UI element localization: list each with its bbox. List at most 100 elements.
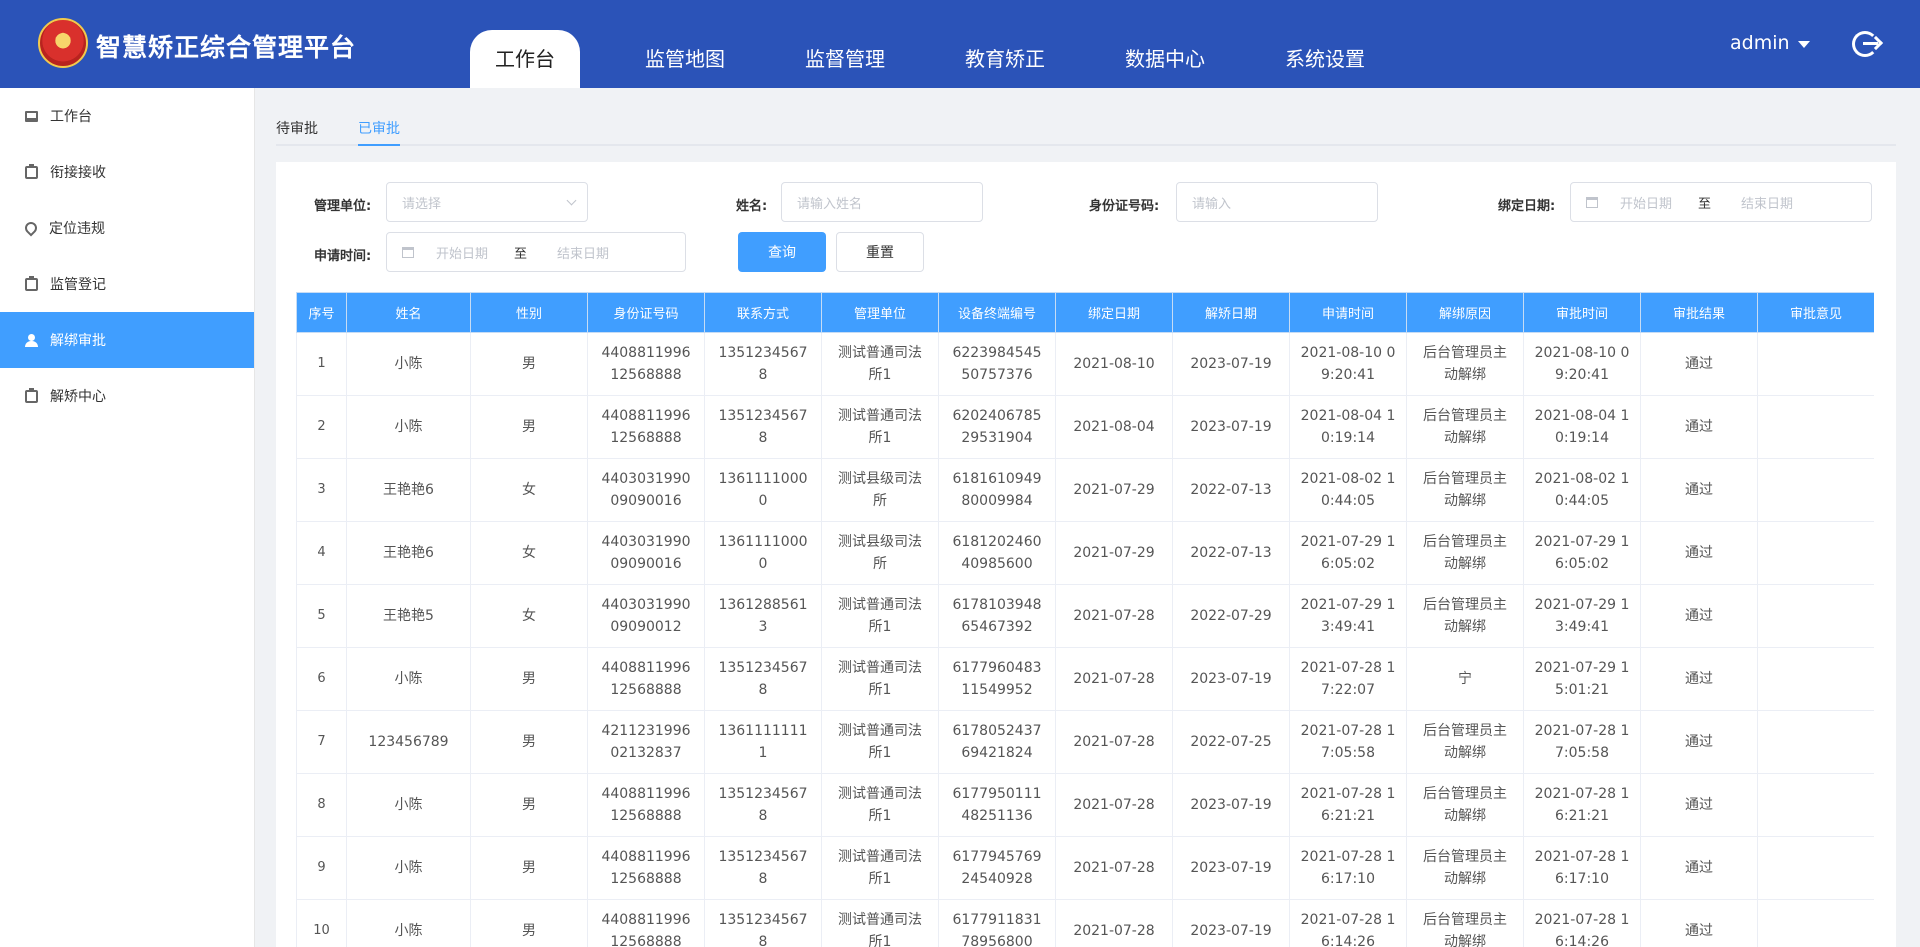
- table-cell: 后台管理员主动解绑: [1406, 521, 1524, 585]
- table-row[interactable]: 2 小陈男 440881199612568888 13512345678 测试普通司法所…: [296, 395, 1874, 459]
- table-row[interactable]: 10 小陈男 440881199612568888 13512345678 测试普通司法…: [296, 899, 1874, 947]
- nav-workbench[interactable]: 工作台: [470, 30, 580, 88]
- apply-time-range[interactable]: 开始日期 至 结束日期: [386, 232, 686, 272]
- sidebar-item-location-violation[interactable]: 定位违规: [0, 200, 254, 256]
- table-cell: 后台管理员主动解绑: [1406, 584, 1524, 648]
- table-cell: 421123199602132837: [587, 710, 705, 774]
- table-cell: 2021-07-28 16:17:10: [1289, 836, 1407, 900]
- nav-supervision-management[interactable]: 监督管理: [765, 30, 925, 88]
- name-input[interactable]: 请输入姓名: [781, 182, 983, 222]
- sidebar-item-handover[interactable]: 衔接接收: [0, 144, 254, 200]
- table-cell: 2021-08-10: [1055, 332, 1173, 396]
- table-cell: [1757, 773, 1874, 837]
- sidebar-item-label: 工作台: [50, 109, 92, 125]
- sidebar-item-release-center[interactable]: 解矫中心: [0, 368, 254, 424]
- table-cell: 小陈: [346, 332, 471, 396]
- sidebar-item-unbind-approval[interactable]: 解绑审批: [0, 312, 254, 368]
- table-cell: [1757, 899, 1874, 947]
- tab-pending[interactable]: 待审批: [276, 118, 318, 138]
- unit-select[interactable]: 请选择: [386, 182, 588, 222]
- table-cell: 通过: [1640, 584, 1758, 648]
- table-cell: 2021-07-29 13:49:41: [1523, 584, 1641, 648]
- table-cell: 2022-07-25: [1172, 710, 1290, 774]
- column-header: 申请时间: [1289, 292, 1407, 333]
- bind-date-range[interactable]: 开始日期 至 结束日期: [1570, 182, 1872, 222]
- sidebar-item-workbench[interactable]: 工作台: [0, 88, 254, 144]
- clipboard-icon: [25, 163, 38, 179]
- table-row[interactable]: 1 小陈男 440881199612568888 13512345678 测试普通司法所…: [296, 332, 1874, 396]
- column-header: 序号: [296, 292, 347, 333]
- sidebar-item-label: 衔接接收: [50, 165, 106, 181]
- table-row[interactable]: 8 小陈男 440881199612568888 13512345678 测试普通司法所…: [296, 773, 1874, 837]
- column-header: 审批意见: [1757, 292, 1874, 333]
- reset-button[interactable]: 重置: [836, 232, 924, 272]
- logout-icon[interactable]: [1852, 31, 1878, 57]
- table-cell: 2023-07-19: [1172, 332, 1290, 396]
- table-cell: 测试普通司法所1: [821, 836, 939, 900]
- table-cell: 男: [470, 647, 588, 711]
- table-cell: 13611110000: [704, 521, 822, 585]
- table-cell: 440881199612568888: [587, 647, 705, 711]
- table-cell: [1757, 458, 1874, 522]
- unit-placeholder: 请选择: [402, 196, 442, 212]
- table-cell: 617805243769421824: [938, 710, 1056, 774]
- table-cell: 2021-07-28 16:21:21: [1289, 773, 1407, 837]
- table-row[interactable]: 6 小陈男 440881199612568888 13512345678 测试普通司法所…: [296, 647, 1874, 711]
- column-header: 管理单位: [821, 292, 939, 333]
- table-cell: 13512345678: [704, 836, 822, 900]
- table-cell: 通过: [1640, 899, 1758, 947]
- table-cell: 2021-07-28: [1055, 647, 1173, 711]
- table-cell: 后台管理员主动解绑: [1406, 395, 1524, 459]
- id-input[interactable]: 请输入: [1176, 182, 1378, 222]
- table-cell: 男: [470, 836, 588, 900]
- column-header: 联系方式: [704, 292, 822, 333]
- table-cell: 620240678529531904: [938, 395, 1056, 459]
- table-cell: 7: [296, 710, 347, 774]
- end-date-placeholder: 结束日期: [557, 246, 610, 262]
- table-cell: 2021-08-04: [1055, 395, 1173, 459]
- table-cell: 9: [296, 836, 347, 900]
- table-cell: 2021-07-29 16:05:02: [1289, 521, 1407, 585]
- table-cell: 617791183178956800: [938, 899, 1056, 947]
- name-label: 姓名:: [736, 199, 768, 214]
- table-cell: 2021-07-28 17:05:58: [1289, 710, 1407, 774]
- sidebar-item-supervision-register[interactable]: 监管登记: [0, 256, 254, 312]
- table-row[interactable]: 4 王艳艳6 女 440303199009090016 13611110000 测试县级司…: [296, 521, 1874, 585]
- nav-data-center[interactable]: 数据中心: [1085, 30, 1245, 88]
- bind-date-label: 绑定日期:: [1498, 199, 1556, 214]
- calendar-icon: [402, 246, 414, 258]
- table-cell: 后台管理员主动解绑: [1406, 773, 1524, 837]
- caret-down-icon: [1797, 41, 1810, 48]
- nav-system-settings[interactable]: 系统设置: [1245, 30, 1405, 88]
- table-cell: 2021-07-29 16:05:02: [1523, 521, 1641, 585]
- table-cell: 男: [470, 395, 588, 459]
- location-pin-icon: [22, 219, 40, 237]
- approval-tabs: 待审批 已审批: [276, 108, 1896, 146]
- table-row[interactable]: 3 王艳艳6 女 440303199009090016 13611110000 测试县级司…: [296, 458, 1874, 522]
- table-cell: 2021-07-28: [1055, 899, 1173, 947]
- table-cell: 女: [470, 458, 588, 522]
- table-row[interactable]: 5 王艳艳5 女 440303199009090012 13612885613 测试普通司…: [296, 584, 1874, 648]
- query-button[interactable]: 查询: [738, 232, 826, 272]
- table-cell: 小陈: [346, 773, 471, 837]
- table-cell: 后台管理员主动解绑: [1406, 458, 1524, 522]
- app-title: 智慧矫正综合管理平台: [96, 33, 357, 62]
- table-cell: 2021-07-29 15:01:21: [1523, 647, 1641, 711]
- table-cell: 2021-07-28 16:14:26: [1289, 899, 1407, 947]
- user-menu[interactable]: admin: [1730, 32, 1810, 54]
- table-cell: 440881199612568888: [587, 836, 705, 900]
- nav-education-correction[interactable]: 教育矫正: [925, 30, 1085, 88]
- table-cell: 2021-07-28 17:22:07: [1289, 647, 1407, 711]
- table-cell: 测试普通司法所1: [821, 584, 939, 648]
- table-cell: 2021-07-28 17:05:58: [1523, 710, 1641, 774]
- table-cell: 2023-07-19: [1172, 836, 1290, 900]
- table-cell: 男: [470, 899, 588, 947]
- table-row[interactable]: 9 小陈男 440881199612568888 13512345678 测试普通司法所…: [296, 836, 1874, 900]
- table-cell: 13611111111: [704, 710, 822, 774]
- table-cell: 2021-07-28: [1055, 836, 1173, 900]
- nav-supervision-map[interactable]: 监管地图: [605, 30, 765, 88]
- tab-approved[interactable]: 已审批: [358, 118, 400, 138]
- sidebar: 工作台 衔接接收 定位违规 监管登记 解绑审批 解矫中心: [0, 88, 255, 947]
- table-row[interactable]: 7 123456789 男 421123199602132837 13611111111…: [296, 710, 1874, 774]
- unit-label: 管理单位:: [314, 199, 372, 214]
